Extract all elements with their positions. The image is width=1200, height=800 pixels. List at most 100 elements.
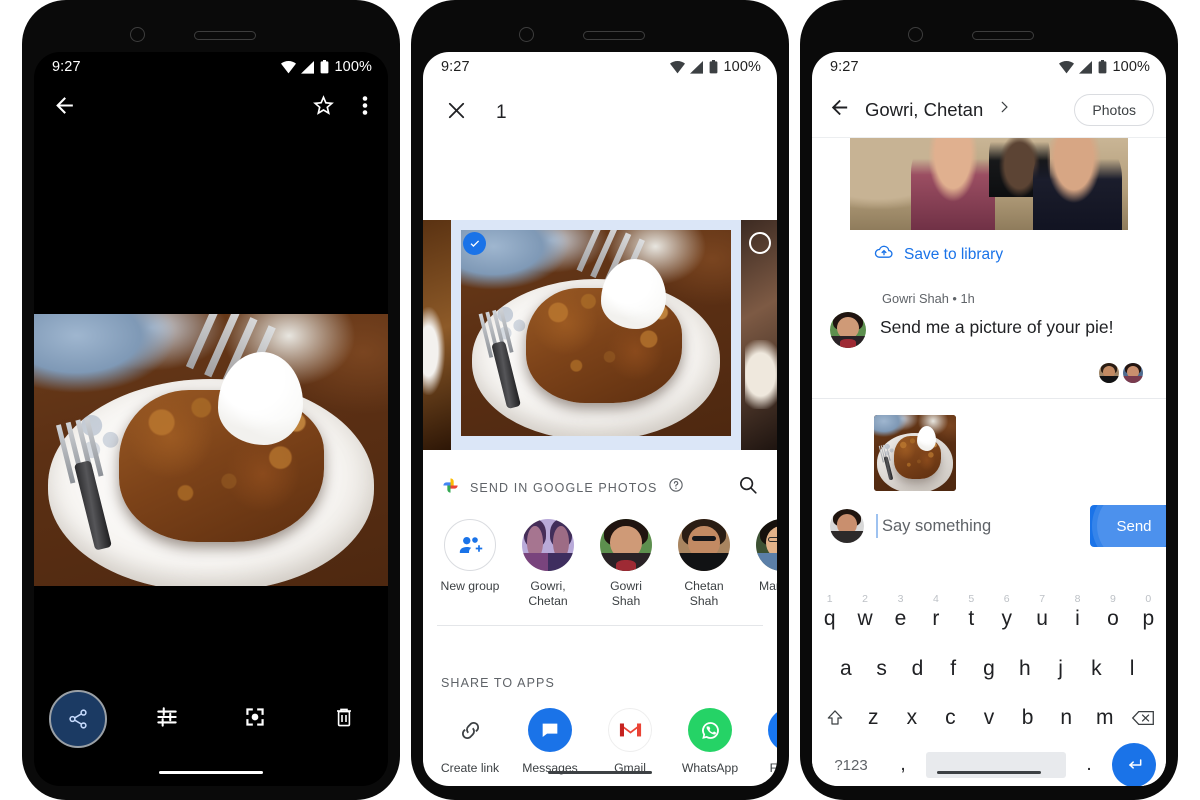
share-slot	[34, 690, 123, 748]
key-q[interactable]: 1q	[812, 593, 847, 631]
photo-actions-bar	[34, 686, 388, 752]
contact-mark-ch[interactable]: Mark Ch	[751, 519, 777, 594]
contact-gowri-chetan[interactable]: Gowri, Chetan	[517, 519, 579, 609]
unselected-circle-icon[interactable]	[749, 232, 771, 254]
key-b[interactable]: b	[1008, 706, 1047, 730]
share-button[interactable]	[49, 690, 108, 748]
photo-canvas[interactable]	[34, 314, 388, 586]
battery-icon	[320, 60, 329, 74]
status-indicators: 100%	[280, 59, 373, 75]
key-n[interactable]: n	[1047, 706, 1086, 730]
space-key[interactable]	[926, 752, 1066, 778]
key-y[interactable]: 6y	[989, 593, 1024, 631]
message-input-placeholder: Say something	[882, 516, 992, 535]
gesture-nav-bar[interactable]	[159, 771, 263, 774]
whatsapp-icon	[688, 708, 732, 752]
back-arrow-icon[interactable]	[52, 93, 77, 123]
filmstrip-thumb-prev[interactable]	[423, 220, 451, 450]
back-arrow-icon[interactable]	[828, 96, 851, 124]
filmstrip-selected-photo[interactable]	[451, 220, 741, 450]
key-a[interactable]: a	[828, 657, 864, 681]
key-u[interactable]: 7u	[1024, 593, 1059, 631]
message-author: Gowri Shah	[882, 291, 949, 306]
on-screen-keyboard: 1q 2w 3e 4r 5t 6y 7u 8i 9o 0p a s d f g …	[812, 586, 1166, 786]
receipt-avatar	[1098, 362, 1120, 384]
app-facebook[interactable]: Facebo	[759, 708, 777, 775]
key-h[interactable]: h	[1007, 657, 1043, 681]
shift-icon[interactable]	[816, 708, 854, 728]
shared-group-photo[interactable]	[850, 138, 1128, 230]
key-g[interactable]: g	[971, 657, 1007, 681]
conversation-body: Save to library Gowri Shah • 1h Send me …	[812, 138, 1166, 786]
gesture-nav-bar[interactable]	[937, 771, 1041, 774]
key-c[interactable]: c	[931, 706, 970, 730]
edit-slot	[123, 704, 212, 735]
close-icon[interactable]	[445, 99, 468, 127]
key-o[interactable]: 9o	[1095, 593, 1130, 631]
key-e[interactable]: 3e	[883, 593, 918, 631]
app-gmail[interactable]: Gmail	[599, 708, 661, 775]
key-k[interactable]: k	[1078, 657, 1114, 681]
contact-new-group[interactable]: New group	[439, 519, 501, 594]
conversation-appbar: Gowri, Chetan Photos	[812, 82, 1166, 138]
send-button[interactable]: Send	[1090, 489, 1166, 563]
symbols-key[interactable]: ?123	[822, 757, 880, 774]
message-input[interactable]: Say something	[876, 513, 1084, 538]
key-j[interactable]: j	[1043, 657, 1079, 681]
key-p[interactable]: 0p	[1131, 593, 1166, 631]
google-lens-icon[interactable]	[242, 704, 268, 735]
key-t[interactable]: 5t	[954, 593, 989, 631]
avatar[interactable]	[830, 312, 866, 348]
key-f[interactable]: f	[935, 657, 971, 681]
key-v[interactable]: v	[970, 706, 1009, 730]
attached-photo-thumb[interactable]	[874, 415, 956, 491]
selection-count: 1	[496, 102, 507, 123]
section-divider	[437, 624, 763, 626]
app-whatsapp[interactable]: WhatsApp	[679, 708, 741, 775]
tune-sliders-icon[interactable]	[154, 704, 180, 735]
battery-icon	[709, 60, 718, 74]
gesture-nav-bar[interactable]	[548, 771, 652, 774]
contact-label: New group	[440, 579, 500, 593]
contact-label: Gowri, Chetan	[528, 579, 568, 608]
contact-gowri-shah[interactable]: Gowri Shah	[595, 519, 657, 609]
signal-icon	[1078, 60, 1093, 74]
star-outline-icon[interactable]	[311, 93, 336, 123]
read-receipts	[830, 362, 1148, 384]
contact-chetan-shah[interactable]: Chetan Shah	[673, 519, 735, 609]
contact-label: Mark Ch	[758, 579, 777, 593]
message-meta: Gowri Shah • 1h	[830, 291, 1148, 306]
key-x[interactable]: x	[893, 706, 932, 730]
help-circle-icon[interactable]	[668, 477, 684, 498]
backspace-icon[interactable]	[1124, 708, 1162, 728]
photos-tab-button[interactable]: Photos	[1074, 93, 1154, 126]
section-title: SEND IN GOOGLE PHOTOS	[470, 480, 658, 495]
photo-filmstrip	[423, 220, 777, 450]
key-d[interactable]: d	[900, 657, 936, 681]
trash-icon[interactable]	[332, 705, 356, 734]
google-photos-icon	[441, 476, 460, 500]
period-key[interactable]: .	[1072, 754, 1106, 776]
key-s[interactable]: s	[864, 657, 900, 681]
more-vert-icon[interactable]	[362, 93, 368, 123]
filmstrip-thumb-next[interactable]	[741, 220, 777, 450]
save-to-library-label: Save to library	[904, 245, 1004, 263]
comma-key[interactable]: ,	[886, 754, 920, 776]
key-r[interactable]: 4r	[918, 593, 953, 631]
key-m[interactable]: m	[1085, 706, 1124, 730]
save-to-library-link[interactable]: Save to library	[812, 230, 1166, 265]
screen-share-sheet: 9:27 100% 1 SEND IN GOOGLE PHOTOS New gr…	[423, 52, 777, 786]
app-messages[interactable]: Messages	[519, 708, 581, 775]
phone-photo-viewer: 9:27 100%	[22, 0, 400, 800]
key-i[interactable]: 8i	[1060, 593, 1095, 631]
lens-slot	[211, 704, 300, 735]
contacts-row: New group Gowri, Chetan Gowri Shah Cheta…	[423, 501, 777, 625]
key-l[interactable]: l	[1114, 657, 1150, 681]
chevron-right-icon[interactable]	[997, 100, 1011, 119]
key-z[interactable]: z	[854, 706, 893, 730]
app-create-link[interactable]: Create link	[439, 708, 501, 775]
search-icon[interactable]	[737, 474, 759, 501]
key-w[interactable]: 2w	[847, 593, 882, 631]
enter-icon[interactable]	[1112, 743, 1156, 786]
send-in-google-photos-section: SEND IN GOOGLE PHOTOS New group Gowri, C…	[423, 450, 777, 626]
